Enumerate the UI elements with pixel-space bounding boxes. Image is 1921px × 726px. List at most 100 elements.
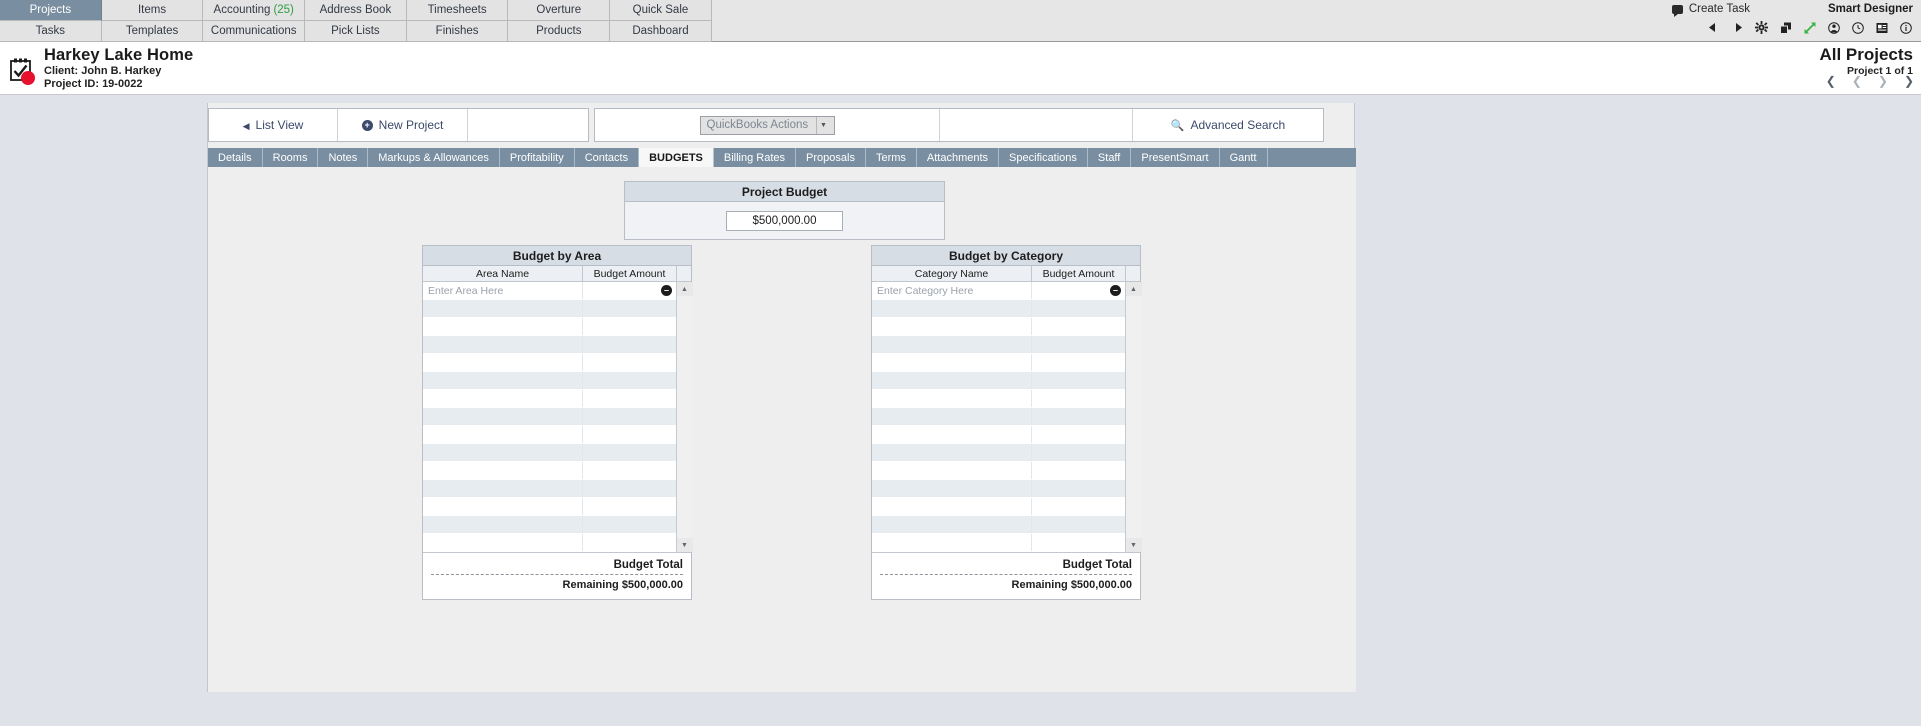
table-row[interactable]	[423, 390, 676, 408]
tab-notes-label: Notes	[328, 151, 358, 164]
table-row[interactable]	[423, 498, 676, 516]
budget-by-category-title: Budget by Category	[872, 246, 1140, 266]
notes-icon[interactable]	[1874, 20, 1889, 35]
clock-icon[interactable]	[1850, 20, 1865, 35]
budget-by-category-input[interactable]: Enter Category Here	[872, 282, 1032, 299]
table-row[interactable]	[423, 300, 676, 318]
info-icon[interactable]	[1898, 20, 1913, 35]
table-row[interactable]	[423, 534, 676, 552]
nav-tab-templates[interactable]: Templates	[101, 21, 204, 42]
pager-last-button[interactable]: ❯	[1904, 75, 1914, 87]
tab-proposals[interactable]: Proposals	[796, 148, 866, 167]
nav-tab-items[interactable]: Items	[101, 0, 204, 21]
project-budget-input[interactable]: $500,000.00	[726, 210, 843, 231]
nav-tab-address-book[interactable]: Address Book	[305, 0, 407, 21]
row-name-cell	[423, 516, 583, 533]
nav-tab-quick-sale[interactable]: Quick Sale	[610, 0, 712, 21]
pager-previous-button[interactable]: ❮	[1852, 75, 1862, 87]
tab-presentsmart[interactable]: PresentSmart	[1131, 148, 1220, 167]
pager-first-button[interactable]: ❮	[1826, 75, 1836, 87]
row-amount-cell	[1032, 408, 1125, 425]
next-arrow-icon[interactable]	[1730, 20, 1745, 35]
table-row[interactable]	[872, 462, 1125, 480]
table-row[interactable]	[872, 444, 1125, 462]
row-amount-cell	[583, 318, 676, 335]
tab-rooms[interactable]: Rooms	[263, 148, 319, 167]
table-row[interactable]	[872, 534, 1125, 552]
scroll-down-icon[interactable]: ▼	[676, 538, 693, 552]
table-row[interactable]	[872, 318, 1125, 336]
tab-specifications-label: Specifications	[1009, 151, 1077, 164]
table-row[interactable]	[872, 372, 1125, 390]
table-row[interactable]	[423, 444, 676, 462]
tab-attachments[interactable]: Attachments	[917, 148, 1000, 167]
table-row[interactable]	[872, 426, 1125, 444]
nav-tab-dashboard[interactable]: Dashboard	[610, 21, 712, 42]
user-icon[interactable]	[1826, 20, 1841, 35]
table-row[interactable]	[872, 516, 1125, 534]
nav-tab-tasks[interactable]: Tasks	[0, 21, 102, 42]
expand-icon[interactable]	[1802, 20, 1817, 35]
remove-row-icon[interactable]: –	[661, 285, 672, 296]
tab-billing-rates[interactable]: Billing Rates	[714, 148, 797, 167]
nav-tab-projects[interactable]: Projects	[0, 0, 102, 21]
tab-gantt[interactable]: Gantt	[1220, 148, 1268, 167]
tab-details[interactable]: Details	[208, 148, 263, 167]
table-row[interactable]	[423, 372, 676, 390]
nav-tab-accounting[interactable]: Accounting (25)	[203, 0, 306, 21]
budget-by-category-scrollbar[interactable]: ▲ ▼	[1125, 282, 1142, 552]
budget-by-area-scrollbar[interactable]: ▲ ▼	[676, 282, 693, 552]
tab-terms[interactable]: Terms	[866, 148, 917, 167]
table-row[interactable]	[423, 462, 676, 480]
budget-by-area-amount-cell[interactable]: –	[583, 282, 676, 299]
table-row[interactable]	[423, 408, 676, 426]
tab-profitability[interactable]: Profitability	[500, 148, 575, 167]
scroll-up-icon[interactable]: ▲	[676, 282, 693, 296]
table-row[interactable]	[872, 408, 1125, 426]
table-row[interactable]	[872, 480, 1125, 498]
advanced-search-button[interactable]: 🔍 Advanced Search	[1133, 109, 1323, 141]
table-row[interactable]	[872, 498, 1125, 516]
nav-tab-finishes[interactable]: Finishes	[406, 21, 509, 42]
row-name-cell	[872, 498, 1032, 515]
remove-row-icon[interactable]: –	[1110, 285, 1121, 296]
table-row[interactable]	[423, 354, 676, 372]
budget-by-category-amount-cell[interactable]: –	[1032, 282, 1125, 299]
table-row[interactable]	[423, 336, 676, 354]
table-row[interactable]	[423, 516, 676, 534]
quickbooks-actions-select[interactable]: QuickBooks Actions ▼	[699, 115, 835, 135]
tab-markups-allowances[interactable]: Markups & Allowances	[368, 148, 500, 167]
scroll-down-icon[interactable]: ▼	[1125, 538, 1142, 552]
table-row[interactable]	[423, 480, 676, 498]
previous-arrow-icon[interactable]	[1706, 20, 1721, 35]
nav-tab-overture[interactable]: Overture	[508, 0, 611, 21]
row-amount-cell	[583, 426, 676, 443]
tab-staff[interactable]: Staff	[1088, 148, 1132, 167]
copy-icon[interactable]	[1778, 20, 1793, 35]
row-name-cell	[423, 390, 583, 407]
nav-tab-timesheets[interactable]: Timesheets	[406, 0, 509, 21]
tab-contacts[interactable]: Contacts	[575, 148, 640, 167]
table-row[interactable]: Enter Area Here –	[423, 282, 676, 300]
table-row[interactable]: Enter Category Here –	[872, 282, 1125, 300]
nav-tab-communications[interactable]: Communications	[203, 21, 306, 42]
tab-specifications[interactable]: Specifications	[999, 148, 1088, 167]
new-project-button[interactable]: + New Project	[338, 109, 468, 141]
nav-tab-pick-lists[interactable]: Pick Lists	[305, 21, 407, 42]
table-row[interactable]	[872, 300, 1125, 318]
tab-budgets[interactable]: BUDGETS	[639, 148, 714, 167]
table-row[interactable]	[423, 426, 676, 444]
table-row[interactable]	[872, 390, 1125, 408]
table-row[interactable]	[423, 318, 676, 336]
create-task-button[interactable]: Create Task	[1671, 3, 1750, 17]
table-row[interactable]	[872, 354, 1125, 372]
budget-by-area-input[interactable]: Enter Area Here	[423, 282, 583, 299]
tab-notes[interactable]: Notes	[318, 148, 369, 167]
table-row[interactable]	[872, 336, 1125, 354]
list-view-button[interactable]: List View	[209, 109, 338, 141]
scroll-up-icon[interactable]: ▲	[1125, 282, 1142, 296]
gear-icon[interactable]	[1754, 20, 1769, 35]
nav-tab-products[interactable]: Products	[508, 21, 611, 42]
pager-next-button[interactable]: ❯	[1878, 75, 1888, 87]
nav-tab-accounting-count: (25)	[273, 4, 294, 16]
